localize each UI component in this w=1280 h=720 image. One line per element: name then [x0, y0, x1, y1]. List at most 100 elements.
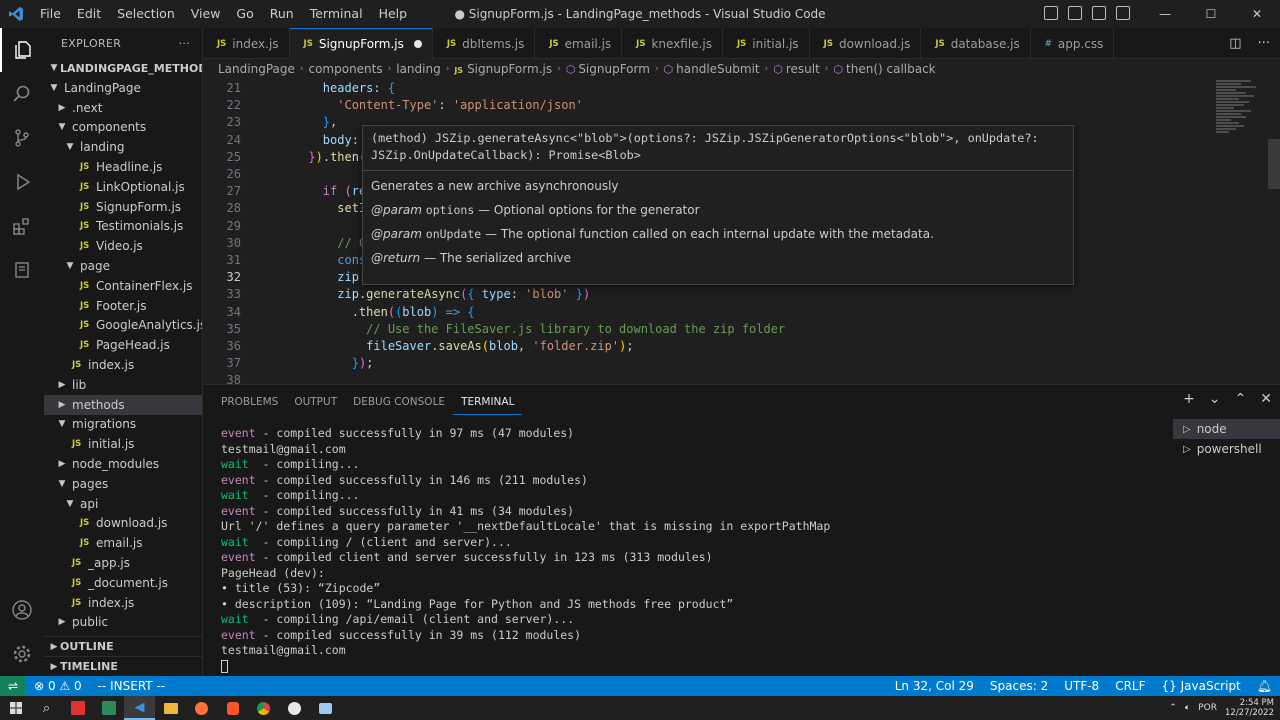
folder-item[interactable]: ▼ pages [44, 474, 202, 494]
panel-tab-debug-console[interactable]: DEBUG CONSOLE [345, 385, 453, 419]
toggle-panel-icon[interactable] [1068, 6, 1082, 20]
breadcrumb-item[interactable]: ⬡ handleSubmit [664, 62, 760, 76]
file-item[interactable]: JS LinkOptional.js [44, 177, 202, 197]
tab-app-css[interactable]: # app.css [1031, 28, 1115, 59]
panel-tab-terminal[interactable]: TERMINAL [453, 389, 523, 415]
toggle-secondary-sidebar-icon[interactable] [1092, 6, 1106, 20]
file-item[interactable]: JS GoogleAnalytics.js [44, 316, 202, 336]
taskbar-app-blue-icon[interactable] [310, 696, 341, 720]
explorer-more-actions-icon[interactable]: ··· [179, 37, 190, 50]
tab-knexfile-js[interactable]: JS knexfile.js [622, 28, 723, 59]
timeline-section[interactable]: ▶ TIMELINE [44, 656, 202, 676]
outline-section[interactable]: ▶ OUTLINE [44, 636, 202, 656]
windows-start-icon[interactable] [0, 696, 31, 720]
folder-item[interactable]: ▶ public [44, 613, 202, 633]
menu-view[interactable]: View [183, 0, 229, 28]
folder-item[interactable]: ▶ methods [44, 394, 202, 415]
editor-scrollbar[interactable] [1268, 139, 1280, 189]
folder-item[interactable]: ▼ api [44, 494, 202, 514]
breadcrumb-item[interactable]: ⬡ then() callback [833, 62, 935, 76]
indentation[interactable]: Spaces: 2 [982, 679, 1056, 693]
terminal-instance[interactable]: ▷ node [1173, 419, 1280, 439]
terminal-dropdown-icon[interactable]: ⌄ [1209, 391, 1221, 407]
file-item[interactable]: JS PageHead.js [44, 335, 202, 355]
file-item[interactable]: JS _app.js [44, 553, 202, 573]
volume-icon[interactable]: 🔈︎ [1185, 703, 1190, 713]
tray-chevron-icon[interactable]: ⌃ [1169, 703, 1177, 713]
tab-index-js[interactable]: JS index.js [203, 28, 290, 59]
notifications-bell-icon[interactable]: 🔔︎ [1249, 679, 1280, 693]
run-debug-icon[interactable] [0, 160, 44, 204]
settings-gear-icon[interactable] [0, 632, 44, 676]
file-item[interactable]: JS Video.js [44, 236, 202, 256]
breadcrumb-item[interactable]: ⬡ result [773, 62, 820, 76]
customize-layout-icon[interactable] [1116, 6, 1130, 20]
menu-edit[interactable]: Edit [69, 0, 109, 28]
language-mode[interactable]: {} JavaScript [1154, 679, 1249, 693]
close-button[interactable]: ✕ [1234, 0, 1280, 28]
cursor-position[interactable]: Ln 32, Col 29 [887, 679, 982, 693]
problems-indicator[interactable]: ⊗ 0 ⚠ 0 [26, 679, 90, 693]
breadcrumb-item[interactable]: components [308, 62, 382, 76]
folder-item[interactable]: ▼ components [44, 118, 202, 138]
taskbar-file-explorer-icon[interactable] [155, 696, 186, 720]
maximize-button[interactable]: ☐ [1188, 0, 1234, 28]
menu-terminal[interactable]: Terminal [302, 0, 371, 28]
remote-explorer-icon[interactable] [0, 248, 44, 292]
file-item[interactable]: JS SignupForm.js [44, 197, 202, 217]
tab-signupform-js[interactable]: JS SignupForm.js [289, 28, 433, 59]
new-terminal-icon[interactable]: + [1183, 391, 1195, 407]
file-item[interactable]: JS index.js [44, 355, 202, 375]
menu-selection[interactable]: Selection [109, 0, 183, 28]
search-icon[interactable] [0, 72, 44, 116]
folder-item[interactable]: ▶ node_modules [44, 454, 202, 474]
encoding[interactable]: UTF-8 [1056, 679, 1107, 693]
terminal-output[interactable]: event - compiled successfully in 97 ms (… [221, 426, 1161, 674]
file-item[interactable]: JS ContainerFlex.js [44, 276, 202, 296]
minimize-button[interactable]: — [1142, 0, 1188, 28]
folder-item[interactable]: ▼ migrations [44, 415, 202, 435]
breadcrumb-item[interactable]: landing [396, 62, 440, 76]
taskbar-search-icon[interactable]: ⌕ [31, 696, 62, 720]
close-panel-icon[interactable]: ✕ [1260, 391, 1272, 407]
extensions-icon[interactable] [0, 204, 44, 248]
file-item[interactable]: JS Footer.js [44, 296, 202, 316]
breadcrumb-item[interactable]: JS SignupForm.js [454, 62, 552, 76]
breadcrumb-item[interactable]: ⬡ SignupForm [566, 62, 650, 76]
minimap[interactable] [1216, 79, 1266, 179]
file-item[interactable]: JS index.js [44, 593, 202, 613]
taskbar-brave-icon[interactable] [217, 696, 248, 720]
taskbar-vscode-icon[interactable]: ◀ [124, 696, 155, 720]
folder-item[interactable]: ▶ lib [44, 375, 202, 395]
menu-run[interactable]: Run [262, 0, 302, 28]
maximize-panel-icon[interactable]: ⌃ [1235, 391, 1247, 407]
file-item[interactable]: JS _document.js [44, 573, 202, 593]
menu-help[interactable]: Help [371, 0, 416, 28]
breadcrumb-item[interactable]: LandingPage [218, 62, 295, 76]
remote-indicator[interactable]: ⇌ [0, 676, 27, 696]
menu-go[interactable]: Go [228, 0, 261, 28]
toggle-primary-sidebar-icon[interactable] [1044, 6, 1058, 20]
taskbar-app-white-icon[interactable] [279, 696, 310, 720]
explorer-icon[interactable] [0, 28, 44, 72]
panel-tab-output[interactable]: OUTPUT [286, 385, 345, 419]
more-actions-icon[interactable]: ··· [1258, 36, 1270, 51]
split-editor-icon[interactable]: ◫ [1229, 36, 1241, 51]
folder-item[interactable]: ▶ .next [44, 98, 202, 118]
file-item[interactable]: JS Headline.js [44, 157, 202, 177]
terminal-prompt[interactable] [221, 659, 1161, 675]
file-item[interactable]: JS initial.js [44, 434, 202, 454]
tab-database-js[interactable]: JS database.js [921, 28, 1031, 59]
file-item[interactable]: JS email.js [44, 533, 202, 553]
tab-email-js[interactable]: JS email.js [535, 28, 623, 59]
tab-dbitems-js[interactable]: JS dbItems.js [433, 28, 536, 59]
folder-item[interactable]: ▼ page [44, 256, 202, 276]
file-item[interactable]: JS download.js [44, 514, 202, 534]
menu-file[interactable]: File [32, 0, 69, 28]
tab-initial-js[interactable]: JS initial.js [723, 28, 810, 59]
tab-download-js[interactable]: JS download.js [810, 28, 922, 59]
taskbar-chrome-icon[interactable] [248, 696, 279, 720]
folder-item[interactable]: ▼ landing [44, 137, 202, 157]
line-endings[interactable]: CRLF [1107, 679, 1153, 693]
accounts-icon[interactable] [0, 588, 44, 632]
